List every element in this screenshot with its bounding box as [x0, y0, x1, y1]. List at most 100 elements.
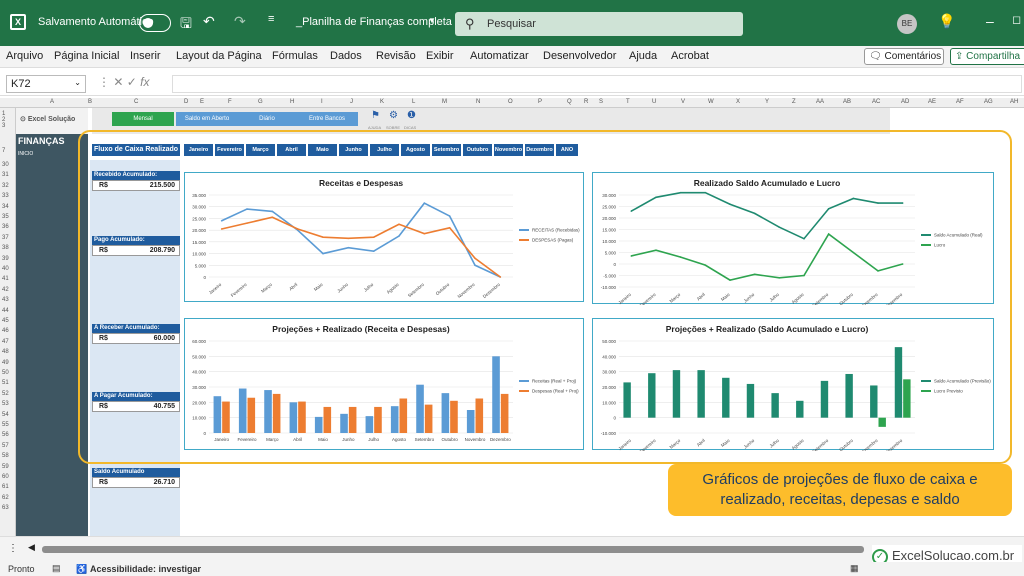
column-header-U[interactable]: U	[652, 99, 656, 105]
column-header-P[interactable]: P	[538, 99, 542, 105]
menu-item-0[interactable]: Arquivo	[6, 50, 43, 62]
menu-item-8[interactable]: Automatizar	[470, 50, 529, 62]
info-icon[interactable]: ⚙	[389, 110, 398, 121]
column-header-AF[interactable]: AF	[956, 99, 964, 105]
formula-input[interactable]	[172, 75, 1022, 93]
row-header-35[interactable]: 35	[2, 214, 9, 220]
column-header-B[interactable]: B	[88, 99, 92, 105]
lightbulb-icon[interactable]: 💡	[938, 13, 955, 30]
row-header-46[interactable]: 46	[2, 328, 9, 334]
comments-button[interactable]: 🗨 Comentários	[864, 48, 944, 65]
row-header-52[interactable]: 52	[2, 391, 9, 397]
row-header-33[interactable]: 33	[2, 193, 9, 199]
row-header-57[interactable]: 57	[2, 443, 9, 449]
row-header-56[interactable]: 56	[2, 432, 9, 438]
row-header-43[interactable]: 43	[2, 297, 9, 303]
menu-item-6[interactable]: Revisão	[376, 50, 416, 62]
horizontal-scrollbar[interactable]: ⋮ ◀	[0, 536, 1024, 562]
column-header-AC[interactable]: AC	[872, 99, 880, 105]
column-header-O[interactable]: O	[508, 99, 513, 105]
row-header-3[interactable]: 3	[2, 123, 5, 129]
row-header-30[interactable]: 30	[2, 162, 9, 168]
column-header-Q[interactable]: Q	[567, 99, 572, 105]
row-header-38[interactable]: 38	[2, 245, 9, 251]
question-icon[interactable]: ⚑	[371, 110, 380, 121]
column-header-I[interactable]: I	[321, 99, 323, 105]
menu-item-11[interactable]: Acrobat	[671, 50, 709, 62]
column-header-T[interactable]: T	[626, 99, 630, 105]
alert-icon[interactable]: ❶	[407, 110, 416, 121]
column-header-M[interactable]: M	[442, 99, 447, 105]
column-header-Y[interactable]: Y	[765, 99, 769, 105]
row-header-48[interactable]: 48	[2, 349, 9, 355]
row-header-32[interactable]: 32	[2, 183, 9, 189]
column-header-F[interactable]: F	[228, 99, 232, 105]
column-header-A[interactable]: A	[50, 99, 54, 105]
menu-item-7[interactable]: Exibir	[426, 50, 454, 62]
row-header-39[interactable]: 39	[2, 256, 9, 262]
row-header-59[interactable]: 59	[2, 464, 9, 470]
sheet-stats-icon[interactable]: ▤	[52, 563, 61, 574]
row-header-7[interactable]: 7	[2, 148, 5, 154]
row-header-42[interactable]: 42	[2, 287, 9, 293]
row-header-63[interactable]: 63	[2, 505, 9, 511]
row-header-60[interactable]: 60	[2, 474, 9, 480]
undo-icon[interactable]: ↶	[203, 13, 215, 30]
toolbar-button-3[interactable]: Entre Bancos	[296, 112, 358, 126]
column-header-AG[interactable]: AG	[984, 99, 993, 105]
column-header-R[interactable]: R	[584, 99, 588, 105]
row-header-37[interactable]: 37	[2, 235, 9, 241]
redo-icon[interactable]: ↷	[234, 13, 246, 30]
row-header-51[interactable]: 51	[2, 380, 9, 386]
column-header-H[interactable]: H	[290, 99, 294, 105]
scroll-left-icon[interactable]: ◀	[28, 542, 35, 553]
toolbar-button-2[interactable]: Diário	[236, 112, 298, 126]
row-header-44[interactable]: 44	[2, 308, 9, 314]
row-header-58[interactable]: 58	[2, 453, 9, 459]
row-header-50[interactable]: 50	[2, 370, 9, 376]
column-header-AE[interactable]: AE	[928, 99, 936, 105]
menu-item-4[interactable]: Fórmulas	[272, 50, 318, 62]
save-icon[interactable]: 🖫	[180, 13, 192, 37]
column-header-AD[interactable]: AD	[901, 99, 909, 105]
row-header-36[interactable]: 36	[2, 224, 9, 230]
column-header-N[interactable]: N	[476, 99, 480, 105]
row-header-62[interactable]: 62	[2, 495, 9, 501]
column-header-E[interactable]: E	[200, 99, 204, 105]
column-header-AH[interactable]: AH	[1010, 99, 1018, 105]
menu-item-2[interactable]: Inserir	[130, 50, 161, 62]
row-header-53[interactable]: 53	[2, 401, 9, 407]
column-header-K[interactable]: K	[380, 99, 384, 105]
scroll-thumb[interactable]	[42, 546, 864, 553]
customize-toolbar-icon[interactable]: ≡	[268, 13, 274, 25]
menu-item-1[interactable]: Página Inicial	[54, 50, 119, 62]
column-header-L[interactable]: L	[412, 99, 415, 105]
more-icon[interactable]: ⋮	[8, 543, 18, 554]
menu-item-5[interactable]: Dados	[330, 50, 362, 62]
row-header-45[interactable]: 45	[2, 318, 9, 324]
name-box[interactable]: K72 ⌄	[6, 75, 86, 93]
sidebar-item-inicio[interactable]: INICIO	[18, 151, 33, 157]
column-header-D[interactable]: D	[184, 99, 188, 105]
column-header-AB[interactable]: AB	[843, 99, 851, 105]
column-header-J[interactable]: J	[350, 99, 353, 105]
toolbar-button-1[interactable]: Saldo em Aberto	[176, 112, 238, 126]
search-box[interactable]: ⚲ Pesquisar	[455, 12, 743, 36]
restore-icon[interactable]: ◻	[1012, 13, 1021, 26]
column-header-X[interactable]: X	[736, 99, 740, 105]
minimize-icon[interactable]: –	[986, 13, 994, 29]
column-header-V[interactable]: V	[681, 99, 685, 105]
menu-item-10[interactable]: Ajuda	[629, 50, 657, 62]
row-header-61[interactable]: 61	[2, 484, 9, 490]
row-header-47[interactable]: 47	[2, 339, 9, 345]
toolbar-button-0[interactable]: Mensal	[112, 112, 174, 126]
column-header-Z[interactable]: Z	[792, 99, 796, 105]
column-header-G[interactable]: G	[258, 99, 263, 105]
row-header-54[interactable]: 54	[2, 412, 9, 418]
row-header-55[interactable]: 55	[2, 422, 9, 428]
row-header-41[interactable]: 41	[2, 276, 9, 282]
accessibility-status[interactable]: Acessibilidade: investigar	[90, 564, 201, 574]
column-header-W[interactable]: W	[708, 99, 714, 105]
autosave-toggle[interactable]	[139, 14, 171, 32]
row-header-40[interactable]: 40	[2, 266, 9, 272]
